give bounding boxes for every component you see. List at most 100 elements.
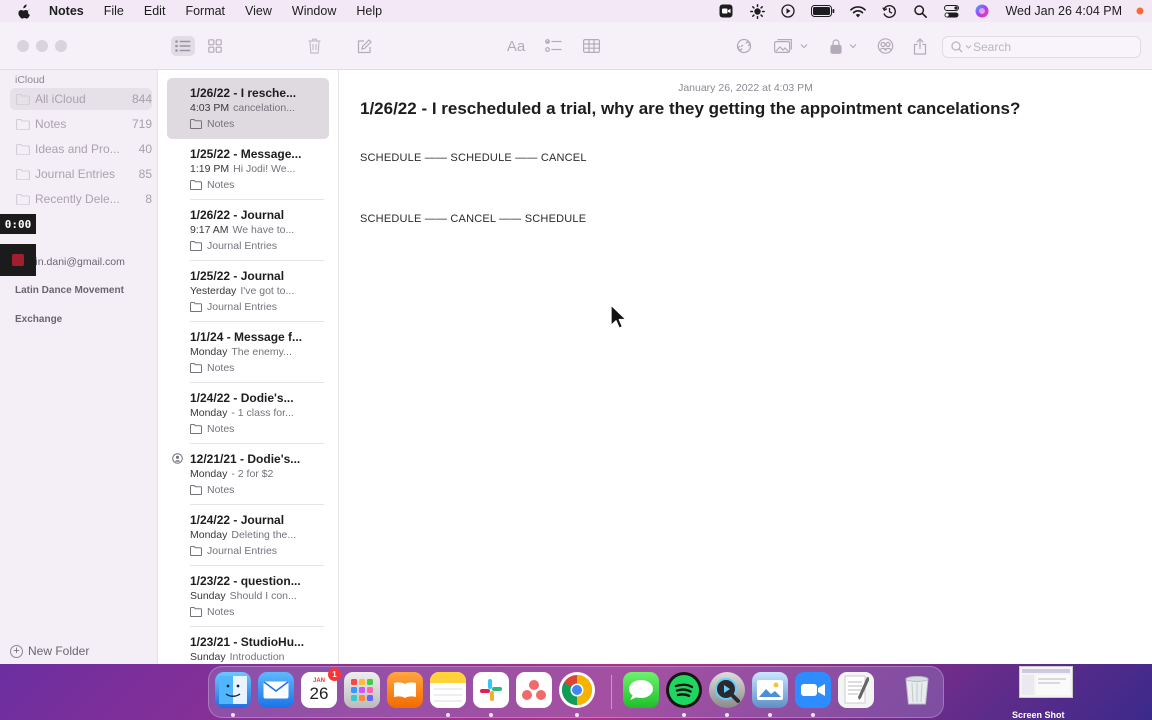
folder-recently-deleted[interactable]: Recently Dele... 8 (10, 188, 152, 210)
share-people-button[interactable] (874, 36, 896, 56)
screen-record-icon[interactable] (718, 4, 734, 18)
lock-note-button[interactable] (829, 36, 859, 56)
note-editor[interactable]: January 26, 2022 at 4:03 PM 1/26/22 - I … (339, 70, 1152, 664)
note-title: 1/24/22 - Journal (190, 513, 285, 527)
note-list-item[interactable]: 1/24/22 - Journal Monday Deleting the... … (167, 505, 329, 566)
note-preview-line: 4:03 PM cancelation... (190, 102, 322, 114)
siri-icon[interactable] (974, 4, 990, 18)
note-list-item[interactable]: 1/1/24 - Message f... Monday The enemy...… (167, 322, 329, 383)
note-folder: Journal Entries (190, 301, 277, 313)
textedit-icon[interactable] (838, 672, 874, 708)
table-button[interactable] (580, 36, 602, 56)
zoom-window-button[interactable] (55, 40, 67, 52)
note-list-item[interactable]: 1/25/22 - Message... 1:19 PM Hi Jodi! We.… (167, 139, 329, 200)
time-machine-icon[interactable] (881, 4, 897, 18)
search-field[interactable] (942, 36, 1141, 58)
delete-note-button[interactable] (304, 36, 324, 56)
note-preview: The enemy... (231, 346, 292, 358)
note-preview-line: 9:17 AM We have to... (190, 224, 322, 236)
launchpad-icon[interactable] (344, 672, 380, 708)
format-button[interactable]: Aa (504, 36, 528, 56)
desktop-file-label[interactable]: Screen Shot (1012, 710, 1065, 720)
messages-icon[interactable] (623, 672, 659, 708)
spotlight-search-icon[interactable] (912, 4, 928, 18)
menu-file[interactable]: File (104, 4, 124, 18)
menu-bar: Notes File Edit Format View Window Help (0, 0, 1152, 22)
note-heading[interactable]: 1/26/22 - I rescheduled a trial, why are… (360, 99, 1020, 119)
share-button[interactable] (909, 36, 931, 56)
battery-icon[interactable] (811, 4, 835, 18)
brightness-icon[interactable] (749, 3, 765, 19)
note-body-line[interactable]: SCHEDULE —— CANCEL —— SCHEDULE (360, 213, 586, 225)
menu-help[interactable]: Help (356, 4, 382, 18)
mail-icon[interactable] (258, 672, 294, 708)
wifi-icon[interactable] (850, 4, 867, 18)
latin-dance-account-heading[interactable]: Latin Dance Movement (15, 285, 124, 296)
menu-window[interactable]: Window (292, 4, 336, 18)
folder-count: 85 (138, 167, 152, 181)
new-folder-button[interactable]: + New Folder (10, 644, 89, 658)
running-indicator (811, 713, 815, 717)
compose-note-button[interactable] (354, 36, 374, 56)
note-preview-line: Sunday Should I con... (190, 590, 322, 602)
dock: JAN 26 1 (208, 666, 944, 718)
note-list-item[interactable]: 12/21/21 - Dodie's... Monday - 2 for $2 N… (167, 444, 329, 505)
folder-notes[interactable]: Notes 719 (10, 113, 152, 135)
gallery-view-icon (208, 39, 222, 53)
exchange-account-heading[interactable]: Exchange (15, 314, 62, 325)
calendar-icon[interactable]: JAN 26 1 (301, 668, 341, 708)
desktop-screenshot-thumbnail[interactable] (1019, 666, 1073, 698)
quicktime-icon[interactable] (709, 672, 745, 708)
note-preview-line: Monday - 2 for $2 (190, 468, 322, 480)
control-center-icon[interactable] (943, 4, 959, 18)
folder-all-icloud[interactable]: All iCloud 844 (10, 88, 152, 110)
preview-icon[interactable] (752, 672, 788, 708)
note-list-item[interactable]: 1/24/22 - Dodie's... Monday - 1 class for… (167, 383, 329, 444)
apple-menu-icon[interactable] (17, 3, 31, 19)
note-time: Monday (190, 407, 228, 419)
zoom-icon[interactable] (795, 672, 831, 708)
checklist-button[interactable] (542, 36, 564, 56)
finder-icon[interactable] (215, 672, 251, 708)
menu-edit[interactable]: Edit (144, 4, 166, 18)
notes-app-icon[interactable] (430, 672, 466, 708)
note-list-item-selected[interactable]: 1/26/22 - I resche... 4:03 PM cancelation… (167, 78, 329, 139)
chrome-icon[interactable] (559, 672, 595, 708)
slack-icon[interactable] (473, 672, 509, 708)
note-list-item[interactable]: 1/25/22 - Journal Yesterday I've got to..… (167, 261, 329, 322)
note-list-item[interactable]: 1/23/22 - question... Sunday Should I con… (167, 566, 329, 627)
note-list-item[interactable]: 1/23/21 - StudioHu... Sunday Introduction (167, 627, 329, 664)
search-input[interactable] (973, 40, 1133, 54)
running-indicator (489, 713, 493, 717)
note-preview-line: Sunday Introduction (190, 651, 322, 663)
stop-recording-button[interactable] (0, 244, 36, 276)
note-list: 1/26/22 - I resche... 4:03 PM cancelation… (158, 70, 339, 664)
collaborate-link-button[interactable] (733, 36, 755, 56)
menu-app-name[interactable]: Notes (49, 4, 84, 18)
asana-icon[interactable] (516, 672, 552, 708)
running-indicator (682, 713, 686, 717)
folder-icon (190, 424, 202, 434)
note-date: January 26, 2022 at 4:03 PM (678, 82, 813, 94)
note-preview-line: Monday The enemy... (190, 346, 322, 358)
trash-icon[interactable] (899, 672, 935, 708)
close-window-button[interactable] (17, 40, 29, 52)
menu-view[interactable]: View (245, 4, 272, 18)
gallery-view-button[interactable] (204, 36, 226, 56)
note-folder: Notes (190, 118, 234, 130)
note-time: Sunday (190, 651, 226, 663)
menu-format[interactable]: Format (185, 4, 225, 18)
play-icon[interactable] (780, 4, 796, 18)
folder-journal-entries[interactable]: Journal Entries 85 (10, 163, 152, 185)
books-icon[interactable] (387, 672, 423, 708)
running-indicator (725, 713, 729, 717)
folder-ideas-and-projects[interactable]: Ideas and Pro... 40 (10, 138, 152, 160)
minimize-window-button[interactable] (36, 40, 48, 52)
note-body-line[interactable]: SCHEDULE —— SCHEDULE —— CANCEL (360, 152, 587, 164)
list-view-button[interactable] (171, 36, 195, 56)
menubar-clock[interactable]: Wed Jan 26 4:04 PM (1005, 4, 1122, 18)
spotify-icon[interactable] (666, 672, 702, 708)
note-preview: I've got to... (240, 285, 295, 297)
media-button[interactable] (772, 36, 810, 56)
note-list-item[interactable]: 1/26/22 - Journal 9:17 AM We have to... J… (167, 200, 329, 261)
